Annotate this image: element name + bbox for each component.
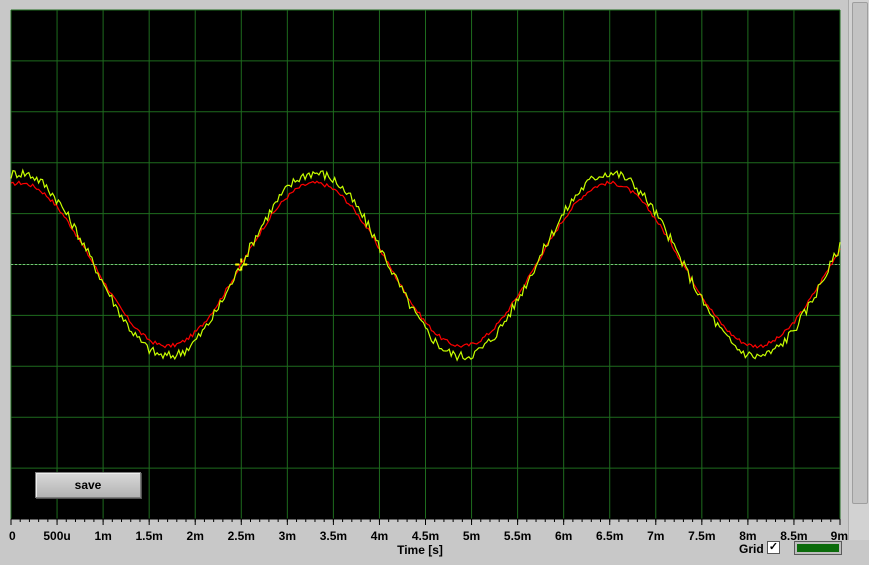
grid-color-swatch[interactable]: [794, 541, 842, 555]
x-tick-label: 6.5m: [596, 529, 623, 543]
x-tick-label: 1m: [94, 529, 111, 543]
x-tick-label: 5.5m: [504, 529, 531, 543]
x-tick-label: 5m: [463, 529, 480, 543]
grid-checkbox[interactable]: ✓: [767, 541, 780, 554]
x-tick-label: 1.5m: [135, 529, 162, 543]
grid-label: Grid: [739, 542, 764, 556]
x-tick-label: 0: [9, 529, 16, 543]
x-tick-label: 8m: [739, 529, 756, 543]
waveform-graph-panel: 0 500u 1m 1.5m 2m 2.5m 3m 3.5m 4m 4.5m 5m 5.5m 6m 6.5…: [0, 0, 869, 565]
x-tick-label: 7m: [647, 529, 664, 543]
x-axis-title: Time [s]: [397, 543, 443, 557]
save-button[interactable]: save: [35, 472, 141, 498]
x-tick-label: 7.5m: [688, 529, 715, 543]
x-tick-label: 4.5m: [412, 529, 439, 543]
x-tick-label: 2.5m: [228, 529, 255, 543]
x-tick-label: 2m: [187, 529, 204, 543]
x-tick-label: 6m: [555, 529, 572, 543]
x-tick-label: 4m: [371, 529, 388, 543]
grid-color-fill: [797, 544, 839, 552]
x-tick-label: 3.5m: [320, 529, 347, 543]
vertical-scrollbar[interactable]: [848, 0, 869, 540]
x-tick-label: 3m: [279, 529, 296, 543]
x-tick-label: 500u: [43, 529, 70, 543]
scrollbar-thumb[interactable]: [852, 2, 868, 504]
